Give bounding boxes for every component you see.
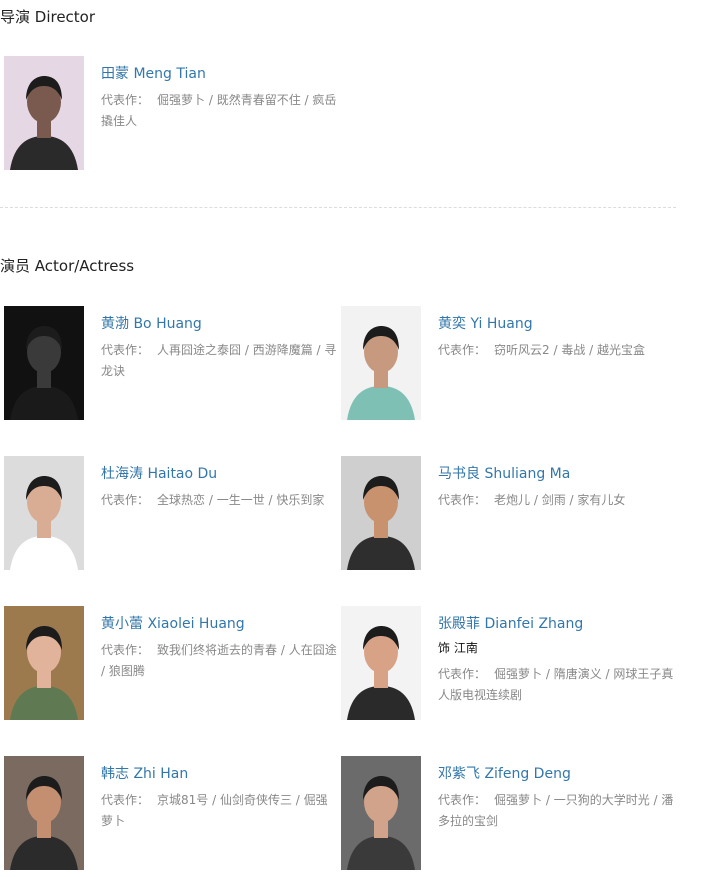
person-photo[interactable] <box>4 606 84 720</box>
person-photo[interactable] <box>341 606 421 720</box>
portrait-graphic <box>4 306 84 420</box>
work-link[interactable]: 既然青春留不住 <box>217 93 301 107</box>
works-label: 代表作： <box>438 493 487 507</box>
representative-works: 代表作： 京城81号 / 仙剑奇侠传三 / 倔强萝卜 <box>101 793 328 828</box>
person-name-link[interactable]: 黄奕 Yi Huang <box>438 314 674 334</box>
works-label: 代表作： <box>438 667 487 681</box>
work-link[interactable]: 剑雨 <box>542 493 566 507</box>
work-link[interactable]: 致我们终将逝去的青春 <box>157 643 277 657</box>
works-label: 代表作： <box>101 643 150 657</box>
person-name-link[interactable]: 韩志 Zhi Han <box>101 764 337 784</box>
person-name-link[interactable]: 黄渤 Bo Huang <box>101 314 337 334</box>
work-link[interactable]: 西游降魔篇 <box>253 343 313 357</box>
representative-works: 代表作： 倔强萝卜 / 一只狗的大学时光 / 潘多拉的宝剑 <box>438 793 674 828</box>
work-link[interactable]: 窃听风云2 <box>494 343 550 357</box>
person-photo[interactable] <box>4 306 84 420</box>
work-link[interactable]: 全球热恋 <box>157 493 205 507</box>
representative-works: 代表作： 全球热恋 / 一生一世 / 快乐到家 <box>101 493 325 507</box>
portrait-graphic <box>341 306 421 420</box>
person-name-link[interactable]: 邓紫飞 Zifeng Deng <box>438 764 674 784</box>
cast-section-heading: 演员 Actor/Actress <box>0 257 135 275</box>
works-label: 代表作： <box>438 793 487 807</box>
work-link[interactable]: 倔强萝卜 <box>157 93 205 107</box>
person-role: 饰 江南 <box>438 641 478 655</box>
portrait-graphic <box>341 756 421 870</box>
work-link[interactable]: 一只狗的大学时光 <box>554 793 650 807</box>
work-link[interactable]: 仙剑奇侠传三 <box>220 793 292 807</box>
representative-works: 代表作： 老炮儿 / 剑雨 / 家有儿女 <box>438 493 626 507</box>
person-photo[interactable] <box>341 306 421 420</box>
person-photo[interactable] <box>4 756 84 870</box>
works-label: 代表作： <box>101 493 150 507</box>
person-photo[interactable] <box>341 756 421 870</box>
person-info: 黄小蕾 Xiaolei Huang 代表作： 致我们终将逝去的青春 / 人在囧途 /… <box>101 606 337 682</box>
person-info: 马书良 Shuliang Ma 代表作： 老炮儿 / 剑雨 / 家有儿女 <box>438 456 674 511</box>
person-info: 张殿菲 Dianfei Zhang 饰 江南 代表作： 倔强萝卜 / 隋唐演义 / 网… <box>438 606 674 706</box>
person-card: 黄小蕾 Xiaolei Huang 代表作： 致我们终将逝去的青春 / 人在囧途 /… <box>0 606 337 721</box>
work-link[interactable]: 隋唐演义 <box>554 667 602 681</box>
person-info: 邓紫飞 Zifeng Deng 代表作： 倔强萝卜 / 一只狗的大学时光 / 潘多拉… <box>438 756 674 832</box>
person-photo[interactable] <box>4 56 84 170</box>
person-card: 韩志 Zhi Han 代表作： 京城81号 / 仙剑奇侠传三 / 倔强萝卜 <box>0 756 330 871</box>
person-photo[interactable] <box>341 456 421 570</box>
work-link[interactable]: 倔强萝卜 <box>494 667 542 681</box>
person-info: 韩志 Zhi Han 代表作： 京城81号 / 仙剑奇侠传三 / 倔强萝卜 <box>101 756 337 832</box>
person-name-link[interactable]: 张殿菲 Dianfei Zhang <box>438 614 674 634</box>
person-info: 杜海涛 Haitao Du 代表作： 全球热恋 / 一生一世 / 快乐到家 <box>101 456 337 511</box>
representative-works: 代表作： 致我们终将逝去的青春 / 人在囧途 / 狼图腾 <box>101 643 337 678</box>
portrait-graphic <box>4 606 84 720</box>
representative-works: 代表作： 人再囧途之泰囧 / 西游降魔篇 / 寻龙诀 <box>101 343 337 378</box>
work-link[interactable]: 倔强萝卜 <box>494 793 542 807</box>
works-label: 代表作： <box>438 343 487 357</box>
person-name-link[interactable]: 杜海涛 Haitao Du <box>101 464 337 484</box>
work-link[interactable]: 家有儿女 <box>577 493 625 507</box>
portrait-graphic <box>4 56 84 170</box>
portrait-graphic <box>341 606 421 720</box>
director-section-heading: 导演 Director <box>0 8 96 26</box>
works-label: 代表作： <box>101 343 150 357</box>
work-link[interactable]: 狼图腾 <box>109 664 145 678</box>
portrait-graphic <box>341 456 421 570</box>
person-card: 田蒙 Meng Tian 代表作： 倔强萝卜 / 既然青春留不住 / 疯岳撬佳人 <box>0 56 336 171</box>
representative-works: 代表作： 倔强萝卜 / 既然青春留不住 / 疯岳撬佳人 <box>101 93 337 128</box>
representative-works: 代表作： 窃听风云2 / 毒战 / 越光宝盒 <box>438 343 646 357</box>
person-card: 黄渤 Bo Huang 代表作： 人再囧途之泰囧 / 西游降魔篇 / 寻龙诀 <box>0 306 336 421</box>
works-label: 代表作： <box>101 793 150 807</box>
portrait-graphic <box>4 456 84 570</box>
work-link[interactable]: 快乐到家 <box>276 493 324 507</box>
section-divider <box>0 207 676 208</box>
person-card: 马书良 Shuliang Ma 代表作： 老炮儿 / 剑雨 / 家有儿女 <box>337 456 667 571</box>
work-link[interactable]: 人再囧途之泰囧 <box>157 343 241 357</box>
work-link[interactable]: 一生一世 <box>217 493 265 507</box>
person-info: 黄奕 Yi Huang 代表作： 窃听风云2 / 毒战 / 越光宝盒 <box>438 306 674 361</box>
person-name-link[interactable]: 田蒙 Meng Tian <box>101 64 337 84</box>
person-photo[interactable] <box>4 456 84 570</box>
person-info: 田蒙 Meng Tian 代表作： 倔强萝卜 / 既然青春留不住 / 疯岳撬佳人 <box>101 56 337 132</box>
person-card: 邓紫飞 Zifeng Deng 代表作： 倔强萝卜 / 一只狗的大学时光 / 潘多拉… <box>337 756 673 871</box>
person-name-link[interactable]: 黄小蕾 Xiaolei Huang <box>101 614 337 634</box>
portrait-graphic <box>4 756 84 870</box>
work-link[interactable]: 京城81号 <box>157 793 208 807</box>
work-link[interactable]: 人在囧途 <box>289 643 337 657</box>
work-link[interactable]: 越光宝盒 <box>597 343 645 357</box>
works-label: 代表作： <box>101 93 150 107</box>
person-card: 杜海涛 Haitao Du 代表作： 全球热恋 / 一生一世 / 快乐到家 <box>0 456 330 571</box>
person-card: 黄奕 Yi Huang 代表作： 窃听风云2 / 毒战 / 越光宝盒 <box>337 306 667 421</box>
person-card: 张殿菲 Dianfei Zhang 饰 江南 代表作： 倔强萝卜 / 隋唐演义 / 网… <box>337 606 673 721</box>
person-info: 黄渤 Bo Huang 代表作： 人再囧途之泰囧 / 西游降魔篇 / 寻龙诀 <box>101 306 337 382</box>
work-link[interactable]: 毒战 <box>561 343 585 357</box>
representative-works: 代表作： 倔强萝卜 / 隋唐演义 / 网球王子真人版电视连续剧 <box>438 667 674 702</box>
work-link[interactable]: 老炮儿 <box>494 493 530 507</box>
person-name-link[interactable]: 马书良 Shuliang Ma <box>438 464 674 484</box>
